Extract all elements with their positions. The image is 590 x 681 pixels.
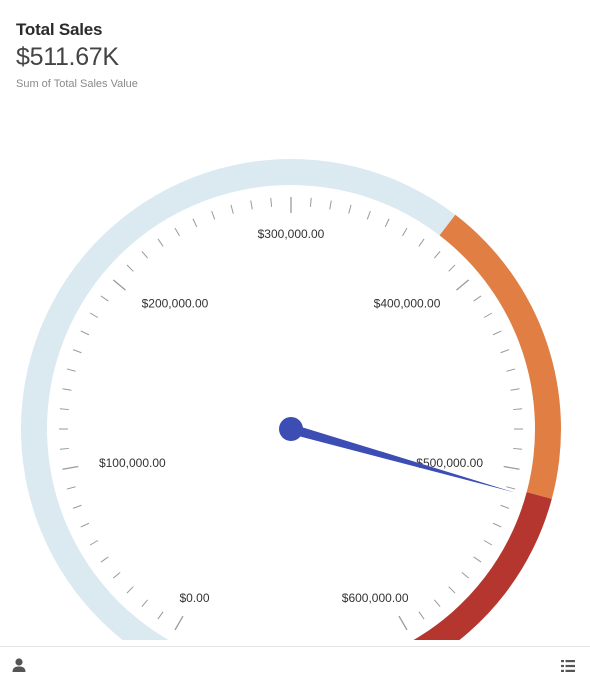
gauge-minor-tick (506, 368, 516, 372)
gauge-minor-tick (492, 522, 502, 528)
gauge-minor-tick (329, 200, 332, 210)
gauge-minor-tick (513, 408, 523, 411)
gauge-minor-tick (89, 312, 99, 318)
gauge-minor-tick (72, 504, 82, 509)
gauge-needle-hub (279, 417, 303, 441)
gauge-major-tick (112, 279, 126, 291)
gauge-minor-tick (402, 227, 408, 237)
gauge-minor-tick (433, 599, 441, 608)
gauge-tick-label: $600,000.00 (342, 591, 409, 605)
gauge-minor-tick (483, 312, 493, 318)
gauge-chart: $0.00 $100,000.00 $200,000.00 $300,000.00 $4… (21, 159, 561, 640)
gauge-minor-tick (157, 238, 164, 247)
gauge-major-tick (456, 279, 470, 291)
gauge-minor-tick (66, 486, 76, 490)
gauge-minor-tick (126, 586, 134, 594)
gauge-tick-label: $200,000.00 (142, 297, 209, 311)
gauge-major-tick (174, 615, 184, 631)
gauge-minor-tick (473, 556, 482, 563)
gauge-minor-tick (309, 197, 312, 207)
gauge-minor-tick (483, 540, 493, 546)
gauge-major-tick (503, 465, 520, 470)
gauge-minor-tick (100, 295, 109, 302)
user-icon[interactable] (11, 657, 27, 673)
gauge-minor-tick (72, 349, 82, 354)
gauge-tick-label: $300,000.00 (258, 227, 325, 241)
gauge-minor-tick (500, 349, 510, 354)
gauge-minor-tick (513, 447, 523, 450)
gauge-minor-tick (433, 250, 441, 259)
gauge-minor-tick (174, 227, 180, 237)
gauge-minor-tick (384, 218, 390, 228)
gauge-major-tick (398, 615, 408, 631)
gauge-tick-label: $100,000.00 (99, 456, 166, 470)
gauge-minor-tick (230, 204, 234, 214)
gauge-minor-tick (141, 250, 149, 259)
gauge-minor-tick (510, 388, 520, 391)
footer-bar (0, 646, 590, 681)
gauge-minor-tick (157, 611, 164, 620)
gauge-minor-tick (66, 368, 76, 372)
gauge-band-2 (413, 492, 552, 640)
gauge-minor-tick (270, 197, 273, 207)
gauge-minor-tick (62, 388, 72, 391)
gauge-minor-tick (89, 540, 99, 546)
gauge-tick-label: $400,000.00 (374, 297, 441, 311)
gauge-minor-tick (500, 504, 510, 509)
gauge-minor-tick (492, 330, 502, 336)
gauge-minor-tick (418, 238, 425, 247)
gauge-minor-tick (348, 204, 352, 214)
gauge-minor-tick (448, 264, 456, 272)
gauge-minor-tick (112, 571, 121, 579)
gauge-minor-tick (211, 210, 216, 220)
gauge-minor-tick (59, 447, 69, 450)
gauge-minor-tick (250, 200, 253, 210)
gauge-minor-tick (59, 408, 69, 411)
gauge-band-0 (21, 159, 456, 640)
gauge-minor-tick (100, 556, 109, 563)
gauge-minor-tick (192, 218, 198, 228)
gauge-minor-tick (473, 295, 482, 302)
gauge-minor-tick (506, 486, 516, 490)
gauge-minor-tick (418, 611, 425, 620)
gauge-major-tick (62, 465, 79, 470)
list-icon[interactable] (560, 658, 576, 674)
gauge-tick-label: $0.00 (180, 591, 210, 605)
gauge-minor-tick (80, 330, 90, 336)
gauge-minor-tick (461, 571, 470, 579)
gauge-minor-tick (366, 210, 371, 220)
gauge-minor-tick (126, 264, 134, 272)
gauge-minor-tick (448, 586, 456, 594)
gauge-minor-tick (80, 522, 90, 528)
gauge-minor-tick (141, 599, 149, 608)
